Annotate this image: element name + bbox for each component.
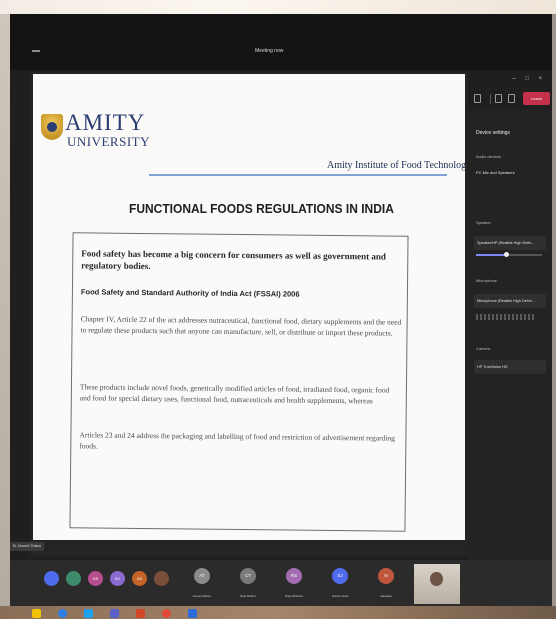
presenter-name-tag: Dr. Moushi Thakur (10, 542, 44, 551)
slide-content-box: Food safety has become a big concern for… (69, 232, 409, 532)
participant-avatar[interactable]: AS (132, 571, 147, 586)
audio-devices-value[interactable]: PC Mic and Speakers (476, 170, 515, 175)
participant-name: Raju Sharma (285, 594, 303, 598)
monitor-bezel-left (0, 14, 10, 610)
minimize-icon[interactable] (32, 50, 40, 52)
more-options-icon[interactable] (474, 94, 481, 103)
camera-icon[interactable] (495, 94, 502, 103)
store-icon[interactable] (84, 609, 93, 618)
file-explorer-icon[interactable] (32, 609, 41, 618)
edge-icon[interactable] (58, 609, 67, 618)
participant-tile[interactable]: CT Sruti Rathur (228, 564, 268, 602)
word-icon[interactable] (188, 609, 197, 618)
taskbar (0, 606, 556, 619)
paragraph-articles-23-24: Articles 23 and 24 address the packaging… (79, 430, 395, 451)
self-video-preview[interactable] (414, 564, 460, 604)
speaker-label: Speaker (476, 220, 491, 225)
participant-avatar: N (378, 568, 394, 584)
settings-title: Device settings (476, 130, 510, 136)
participant-tile[interactable]: Nsandeep (366, 564, 406, 602)
participant-avatar[interactable] (66, 571, 81, 586)
participant-name: Sneha Joshi (331, 594, 349, 598)
camera-select[interactable]: HP TrueVision HD (474, 360, 546, 374)
act-heading: Food Safety and Standard Authority of In… (80, 287, 300, 299)
logo-name: AMITY (65, 110, 146, 135)
device-settings-panel: Device settings Audio devices PC Mic and… (468, 110, 552, 560)
window-title: Meeting now (255, 48, 284, 54)
participant-tile[interactable]: AT Ameer Rathur (182, 564, 222, 602)
toolbar-divider (490, 94, 491, 104)
participant-avatar: SJ (332, 568, 348, 584)
powerpoint-icon[interactable] (136, 609, 145, 618)
speaker-select[interactable]: Speaker/HP (Realtek High Defin... (474, 236, 546, 250)
teams-meeting-window: Meeting now – □ × Request control Leave … (10, 14, 552, 606)
chrome-icon[interactable] (162, 609, 171, 618)
participant-avatar[interactable]: SC (110, 571, 125, 586)
leave-button[interactable]: Leave (523, 92, 550, 105)
participant-avatar[interactable] (154, 571, 169, 586)
lead-paragraph: Food safety has become a big concern for… (81, 248, 386, 272)
participant-name: Sruti Rathur (239, 594, 256, 598)
participant-name: Ameer Rathur (192, 594, 212, 598)
participant-tile[interactable]: SJ Sneha Joshi (320, 564, 360, 602)
paragraph-article-22: Chapter IV, Article 22 of the act addres… (80, 314, 402, 338)
participant-strip: DS SC AS AT Ameer Rathur CT Sruti Rathur RS Raj… (10, 560, 552, 606)
teams-taskbar-icon[interactable] (110, 609, 119, 618)
paragraph-products: These products include novel foods, gene… (79, 382, 390, 406)
participant-tile[interactable]: RS Raju Sharma (274, 564, 314, 602)
participant-avatar: RS (286, 568, 302, 584)
volume-fill (476, 254, 506, 256)
participant-avatar: CT (240, 568, 256, 584)
mic-level-meter (476, 314, 536, 320)
audio-devices-label: Audio devices (476, 154, 501, 159)
camera-label: Camera (476, 346, 491, 351)
header-rule (149, 174, 447, 176)
microphone-select[interactable]: Microphone (Realtek High Defini... (474, 294, 546, 308)
window-controls[interactable]: – □ × (512, 76, 546, 82)
participant-name: sandeep (380, 594, 392, 598)
shared-screen-stage: AMITY UNIVERSITY Amity Institute of Food… (30, 72, 468, 556)
speaker-volume-slider[interactable] (476, 252, 542, 257)
photo-glare (0, 0, 556, 14)
amity-logo-icon (41, 114, 63, 140)
institute-name: Amity Institute of Food Technology (327, 160, 465, 171)
logo-subtitle: UNIVERSITY (67, 134, 150, 149)
microphone-label: Microphone (476, 278, 497, 283)
volume-thumb[interactable] (503, 252, 509, 257)
microphone-icon[interactable] (508, 94, 515, 103)
monitor-bezel-right (552, 14, 556, 610)
participant-avatar[interactable]: DS (88, 571, 103, 586)
title-bar: Meeting now (10, 14, 552, 70)
presentation-slide: AMITY UNIVERSITY Amity Institute of Food… (33, 74, 465, 540)
participant-avatar[interactable] (44, 571, 59, 586)
slide-title: FUNCTIONAL FOODS REGULATIONS IN INDIA (129, 201, 394, 217)
participant-avatar: AT (194, 568, 210, 584)
